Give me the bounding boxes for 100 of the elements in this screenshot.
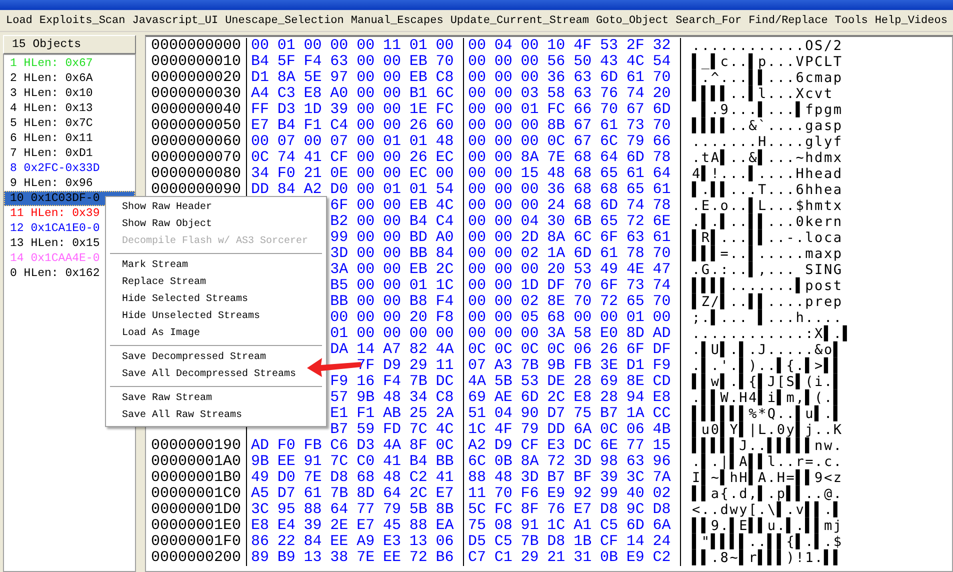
- hex-byte: 8A: [520, 454, 540, 470]
- hex-byte: 40: [626, 486, 646, 502]
- hex-byte: FB: [304, 438, 323, 454]
- hex-byte: 00: [494, 70, 514, 86]
- hex-byte: DD: [251, 182, 270, 198]
- hex-byte: 00: [356, 166, 376, 182]
- menu-item[interactable]: Help_Videos: [874, 14, 948, 26]
- object-list-item[interactable]: 4 HLen: 0x13: [4, 101, 135, 116]
- object-list-item[interactable]: 5 HLen: 0x7C: [4, 116, 135, 131]
- menu-item[interactable]: Goto_Object: [596, 14, 669, 26]
- hex-byte: 48: [494, 470, 514, 486]
- hex-byte: 54: [652, 54, 672, 70]
- hex-byte: A0: [436, 230, 455, 246]
- hex-byte: 61: [626, 70, 646, 86]
- menu-item[interactable]: Search_For: [676, 14, 742, 26]
- hex-byte: 60: [436, 118, 455, 134]
- hex-byte: C1: [494, 550, 514, 566]
- hex-byte: 00: [382, 150, 402, 166]
- menu-item[interactable]: Javascript_UI: [132, 14, 218, 26]
- context-menu-item[interactable]: Replace Stream: [106, 274, 326, 291]
- hex-byte: 0C: [251, 150, 270, 166]
- hex-byte: 6D: [626, 518, 646, 534]
- hex-byte: CF: [600, 534, 619, 550]
- hex-byte: 5F: [277, 54, 296, 70]
- hex-byte: 1E: [409, 102, 428, 118]
- hex-byte: EB: [409, 70, 428, 86]
- hex-byte: 6C: [468, 454, 488, 470]
- context-menu-item[interactable]: Save Decompressed Stream: [106, 349, 326, 366]
- object-list-item[interactable]: 3 HLen: 0x10: [4, 86, 135, 101]
- hex-byte: F6: [520, 486, 540, 502]
- menu-item[interactable]: Update_Current_Stream: [450, 14, 589, 26]
- hex-byte: 0C: [547, 134, 566, 150]
- hex-byte: 4B: [652, 422, 672, 438]
- menu-item[interactable]: Find/Replace: [748, 14, 828, 26]
- hex-byte: FB: [574, 358, 593, 374]
- hex-byte: 00: [494, 278, 514, 294]
- ascii-text: .▌.|▌A▌▌l..r=.c.: [692, 454, 843, 470]
- menu-item[interactable]: Tools: [834, 14, 868, 26]
- hex-byte: 04: [494, 406, 514, 422]
- hex-byte: 8A: [547, 230, 566, 246]
- hex-byte: D8: [652, 502, 672, 518]
- object-list-item[interactable]: 8 0x2FC-0x33D: [4, 161, 135, 176]
- ascii-text: ▌▌▌=..▌.....maxp: [692, 246, 843, 262]
- offset-label: 0000000080: [151, 165, 242, 182]
- hex-byte: B8: [409, 294, 428, 310]
- context-menu-item[interactable]: Save Raw Stream: [106, 390, 326, 407]
- object-list-item[interactable]: 6 HLen: 0x11: [4, 131, 135, 146]
- menu-item[interactable]: Manual_Escapes: [350, 14, 444, 26]
- hex-byte: 29: [409, 358, 428, 374]
- object-list-item[interactable]: 7 HLen: 0xD1: [4, 146, 135, 161]
- hex-byte: D9: [494, 438, 514, 454]
- hex-byte: C8: [436, 390, 455, 406]
- hex-byte: 00: [468, 310, 488, 326]
- hex-byte: DF: [547, 278, 566, 294]
- context-menu-item[interactable]: Mark Stream: [106, 257, 326, 274]
- hex-byte: 00: [468, 262, 488, 278]
- context-menu-item[interactable]: Save All Raw Streams: [106, 407, 326, 424]
- object-list-item[interactable]: 9 HLen: 0x96: [4, 176, 135, 191]
- hex-byte: 00: [382, 310, 402, 326]
- hex-byte: 24: [652, 534, 672, 550]
- menu-item[interactable]: Unescape_Selection: [225, 14, 344, 26]
- hex-byte: EE: [382, 550, 402, 566]
- context-menu-item[interactable]: Load As Image: [106, 325, 326, 342]
- menu-item[interactable]: Exploits_Scan: [39, 14, 126, 26]
- offset-label: 0000000000: [151, 37, 242, 54]
- hex-byte: 6A: [574, 422, 593, 438]
- context-menu-item[interactable]: Save All Decompressed Streams: [106, 366, 326, 383]
- hex-byte: 0C: [436, 438, 455, 454]
- hex-byte: 01: [330, 326, 350, 342]
- hex-byte: 00: [468, 246, 488, 262]
- hex-byte: 70: [494, 486, 514, 502]
- context-menu-item[interactable]: Hide Unselected Streams: [106, 308, 326, 325]
- context-menu-item[interactable]: Show Raw Object: [106, 216, 326, 233]
- hex-byte: 6F: [600, 278, 619, 294]
- hex-byte: 00: [356, 134, 376, 150]
- hex-byte: AB: [382, 406, 402, 422]
- hex-byte: 00: [356, 70, 376, 86]
- object-list-item[interactable]: 2 HLen: 0x6A: [4, 71, 135, 86]
- menu-item[interactable]: Load: [6, 14, 32, 26]
- hex-byte: 00: [468, 118, 488, 134]
- hex-byte: E8: [574, 390, 593, 406]
- hex-byte: D3: [277, 102, 296, 118]
- hex-byte: EA: [436, 518, 455, 534]
- hex-byte: 72: [626, 214, 646, 230]
- hex-byte: A9: [356, 534, 376, 550]
- hex-byte: 90: [520, 406, 540, 422]
- hex-byte: 59: [356, 422, 376, 438]
- hex-byte: 8F: [409, 438, 428, 454]
- ascii-text: .▌U▌.▌.J.....&o▌: [692, 342, 843, 358]
- hex-byte: 65: [600, 166, 619, 182]
- hex-byte: 67: [574, 134, 593, 150]
- hex-byte: 00: [304, 38, 323, 54]
- hex-byte: C5: [494, 534, 514, 550]
- hex-byte: 00: [356, 118, 376, 134]
- ascii-text: ;.▌... ▌...h....: [692, 310, 843, 326]
- hex-byte: E8: [251, 518, 270, 534]
- hex-byte: DD: [547, 422, 566, 438]
- context-menu-item[interactable]: Hide Selected Streams: [106, 291, 326, 308]
- hex-byte: BB: [409, 246, 428, 262]
- hex-byte: BD: [409, 230, 428, 246]
